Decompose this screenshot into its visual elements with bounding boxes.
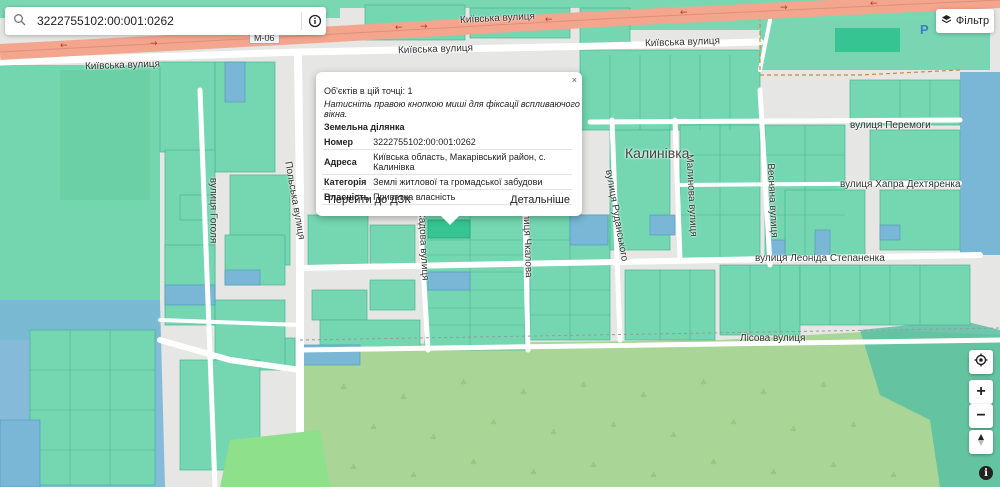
- svg-text:♣: ♣: [490, 418, 497, 427]
- street-label: Лісова вулиця: [740, 333, 806, 344]
- divider: [301, 12, 302, 30]
- filter-label: Фільтр: [955, 15, 990, 27]
- parcel-popup[interactable]: × Об'єктів в цій точці: 1 Натисніть прав…: [316, 72, 582, 225]
- svg-text:←: ←: [545, 15, 553, 25]
- svg-text:←: ←: [680, 8, 688, 18]
- svg-text:♣: ♣: [790, 425, 797, 434]
- zoom-out-button[interactable]: −: [969, 404, 993, 428]
- svg-text:←: ←: [60, 41, 68, 51]
- zoom-in-button[interactable]: +: [969, 380, 993, 404]
- street-label: вулиця Перемоги: [850, 120, 931, 131]
- svg-text:♣: ♣: [650, 471, 657, 480]
- attribution-info-icon[interactable]: i: [979, 466, 993, 480]
- row-value: 3222755102:00:001:0262: [371, 135, 572, 150]
- section-title: Земельна ділянка: [324, 122, 405, 132]
- svg-text:♣: ♣: [590, 461, 597, 470]
- geolocate-button[interactable]: [969, 350, 993, 374]
- svg-text:→: →: [150, 39, 158, 49]
- svg-text:→: →: [780, 3, 788, 13]
- close-icon[interactable]: ×: [572, 75, 577, 85]
- row-key: Категорія: [322, 174, 372, 190]
- village-label: Калинівка: [625, 145, 690, 161]
- svg-text:♣: ♣: [460, 378, 467, 387]
- svg-text:♣: ♣: [350, 463, 357, 472]
- svg-text:♣: ♣: [760, 388, 767, 397]
- row-value: Київська область, Макарівський район, с.…: [371, 149, 572, 175]
- svg-text:♣: ♣: [550, 428, 557, 437]
- street-label: вулиця Гоголя: [207, 177, 219, 244]
- svg-text:♣: ♣: [770, 468, 777, 477]
- svg-text:♣: ♣: [430, 433, 437, 442]
- search-icon: [13, 13, 27, 27]
- street-label: вулиця Хапра Дехтяренка: [840, 179, 961, 190]
- svg-text:♣: ♣: [520, 388, 527, 397]
- table-row: Адреса Київська область, Макарівський рай…: [322, 149, 572, 175]
- svg-text:♣: ♣: [580, 381, 587, 390]
- svg-text:♣: ♣: [700, 378, 707, 387]
- go-to-dzk-button[interactable]: Перейти до ДЗК: [328, 194, 411, 206]
- svg-text:←: ←: [395, 23, 403, 33]
- parking-marker[interactable]: P: [920, 22, 929, 37]
- svg-text:♣: ♣: [400, 393, 407, 402]
- svg-text:♣: ♣: [890, 471, 897, 480]
- search-box[interactable]: [5, 7, 326, 35]
- svg-text:♣: ♣: [710, 458, 717, 467]
- svg-text:♣: ♣: [850, 421, 857, 430]
- svg-text:♣: ♣: [670, 431, 677, 440]
- details-button[interactable]: Детальніше: [510, 194, 570, 206]
- objects-count: Об'єктів в цій точці: 1: [324, 86, 413, 96]
- compass-icon: [976, 433, 986, 452]
- layers-icon: [941, 14, 952, 28]
- svg-text:♣: ♣: [610, 421, 617, 430]
- svg-text:♣: ♣: [340, 383, 347, 392]
- row-key: Номер: [322, 135, 372, 150]
- crosshair-icon: [974, 353, 988, 372]
- svg-text:♣: ♣: [640, 391, 647, 400]
- svg-text:→: →: [420, 22, 428, 32]
- svg-text:←: ←: [870, 0, 878, 9]
- svg-text:♣: ♣: [830, 461, 837, 470]
- street-label: вулиця Леоніда Степаненка: [755, 253, 885, 264]
- svg-text:♣: ♣: [530, 468, 537, 477]
- filter-button[interactable]: Фільтр: [936, 9, 994, 33]
- popup-hint: Натисніть правою кнопкою миші для фіксац…: [324, 99, 580, 119]
- svg-text:♣: ♣: [730, 418, 737, 427]
- svg-text:♣: ♣: [470, 458, 477, 467]
- table-row: Номер 3222755102:00:001:0262: [322, 135, 572, 150]
- row-value: Землі житлової та громадської забудови: [371, 174, 572, 190]
- table-row: Категорія Землі житлової та громадської з…: [322, 174, 572, 190]
- svg-text:♣: ♣: [410, 471, 417, 480]
- compass-button[interactable]: [969, 430, 993, 454]
- info-icon[interactable]: [305, 11, 325, 31]
- svg-text:♣: ♣: [820, 381, 827, 390]
- svg-text:♣: ♣: [370, 423, 377, 432]
- search-input[interactable]: [37, 11, 292, 31]
- row-key: Адреса: [322, 149, 372, 175]
